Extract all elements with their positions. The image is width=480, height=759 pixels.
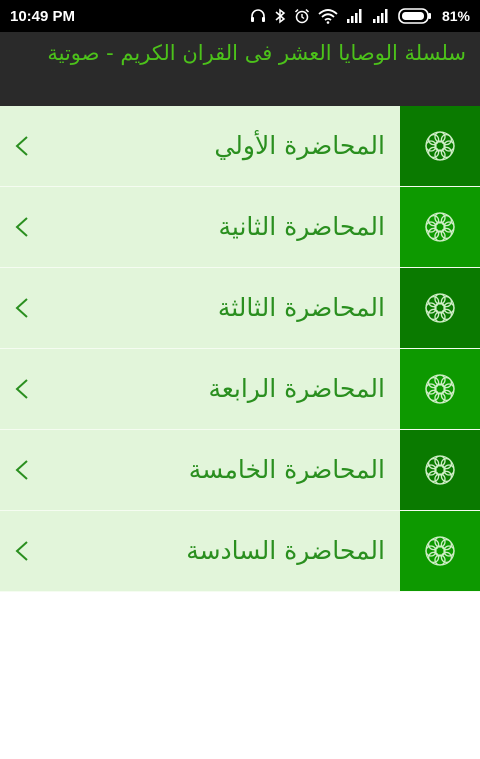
signal-icon [372, 9, 388, 23]
lecture-label: المحاضرة السادسة [186, 536, 385, 565]
lecture-label: المحاضرة الثالثة [217, 293, 385, 322]
lecture-icon-cell [400, 511, 480, 591]
flower-emblem-icon [425, 293, 455, 323]
chevron-left-icon [10, 106, 34, 186]
app-title: سلسلة الوصايا العشر فى القران الكريم - ص… [47, 41, 466, 65]
lecture-icon-cell [400, 106, 480, 186]
flower-emblem-icon [425, 455, 455, 485]
chevron-left-icon [10, 430, 34, 510]
bluetooth-icon [275, 8, 286, 24]
lecture-icon-cell [400, 187, 480, 267]
lecture-row[interactable]: المحاضرة الرابعة [0, 349, 480, 430]
chevron-left-icon [10, 349, 34, 429]
status-icons: 81% [250, 8, 470, 24]
signal-icon [346, 9, 362, 23]
battery-icon [398, 8, 431, 24]
status-time: 10:49 PM [10, 7, 76, 25]
lecture-row[interactable]: المحاضرة الثالثة [0, 268, 480, 349]
chevron-left-icon [10, 511, 34, 591]
flower-emblem-icon [425, 212, 455, 242]
flower-emblem-icon [425, 374, 455, 404]
lecture-icon-cell [400, 349, 480, 429]
status-bar: 10:49 PM 81% [0, 0, 480, 32]
flower-emblem-icon [425, 131, 455, 161]
lecture-row[interactable]: المحاضرة الثانية [0, 187, 480, 268]
lecture-label: المحاضرة الثانية [218, 212, 385, 241]
lecture-list: المحاضرة الأولي المحاضرة الثانية المحاضر… [0, 106, 480, 592]
battery-percent: 81% [441, 8, 470, 24]
flower-emblem-icon [425, 536, 455, 566]
lecture-label: المحاضرة الرابعة [208, 374, 385, 403]
lecture-icon-cell [400, 268, 480, 348]
chevron-left-icon [10, 268, 34, 348]
app-bar: سلسلة الوصايا العشر فى القران الكريم - ص… [0, 32, 480, 106]
lecture-label: المحاضرة الخامسة [188, 455, 385, 484]
chevron-left-icon [10, 187, 34, 267]
lecture-icon-cell [400, 430, 480, 510]
lecture-label: المحاضرة الأولي [214, 131, 385, 160]
lecture-row[interactable]: المحاضرة الخامسة [0, 430, 480, 511]
wifi-icon [318, 9, 338, 24]
alarm-icon [294, 8, 309, 24]
lecture-row[interactable]: المحاضرة السادسة [0, 511, 480, 592]
lecture-row[interactable]: المحاضرة الأولي [0, 106, 480, 187]
headphones-icon [250, 9, 265, 22]
